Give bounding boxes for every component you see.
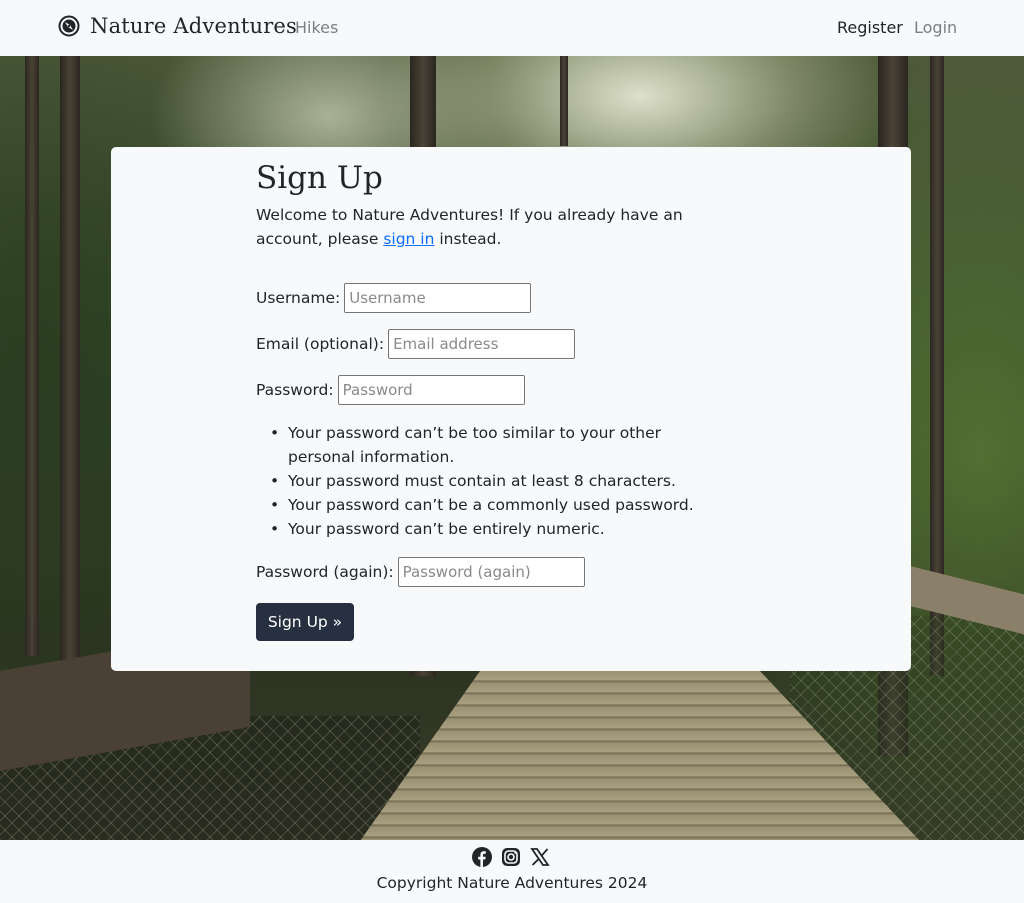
password-again-input[interactable] [397, 557, 585, 587]
password-again-row: Password (again): [256, 557, 585, 587]
email-row: Email (optional): [256, 329, 576, 359]
email-input[interactable] [388, 329, 576, 359]
x-twitter-icon[interactable] [530, 847, 550, 867]
password-help-item: Your password can’t be entirely numeric. [270, 517, 728, 541]
nav-link-hikes[interactable]: Hikes [295, 18, 338, 37]
intro-text: Welcome to Nature Adventures! If you alr… [256, 203, 736, 251]
password-help-item: Your password can’t be too similar to yo… [270, 421, 728, 469]
facebook-icon[interactable] [472, 847, 492, 867]
username-label: Username: [256, 289, 341, 307]
password-input[interactable] [337, 375, 525, 405]
intro-text-after: instead. [434, 230, 502, 248]
navbar: Nature Adventures Hikes Register Login [0, 0, 1024, 56]
instagram-icon[interactable] [501, 847, 521, 867]
username-row: Username: [256, 283, 532, 313]
nav-link-login[interactable]: Login [914, 18, 957, 37]
email-label: Email (optional): [256, 335, 385, 353]
password-help-list: Your password can’t be too similar to yo… [270, 421, 728, 541]
page-title: Sign Up [256, 160, 383, 196]
username-input[interactable] [344, 283, 532, 313]
brand-link[interactable]: Nature Adventures [58, 14, 297, 38]
nav-link-register[interactable]: Register [837, 18, 903, 37]
brand-name: Nature Adventures [90, 14, 298, 38]
copyright-text: Copyright Nature Adventures 2024 [376, 874, 648, 892]
sign-in-link[interactable]: sign in [383, 230, 434, 248]
social-links [472, 847, 550, 867]
password-help-item: Your password can’t be a commonly used p… [270, 493, 728, 517]
password-again-label: Password (again): [256, 563, 394, 581]
password-row: Password: [256, 375, 525, 405]
compass-icon [58, 15, 80, 37]
password-help-item: Your password must contain at least 8 ch… [270, 469, 728, 493]
signup-button[interactable]: Sign Up » [256, 603, 354, 641]
password-label: Password: [256, 381, 334, 399]
